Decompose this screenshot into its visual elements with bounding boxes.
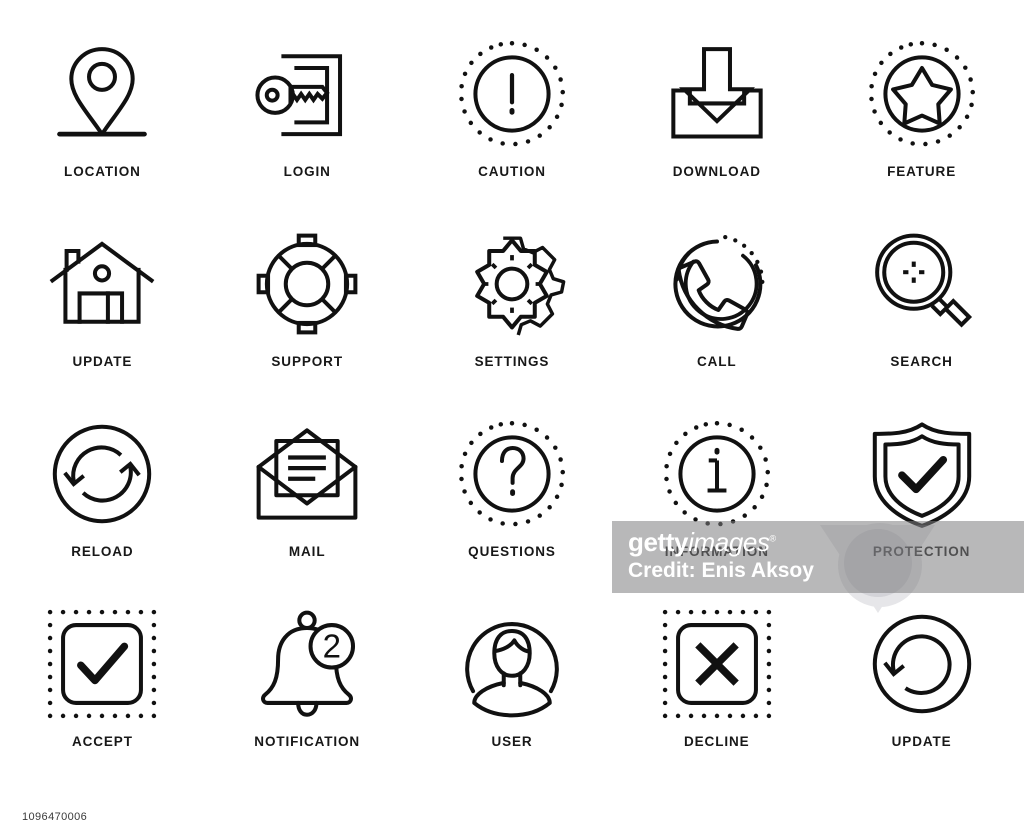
icon-cell-support[interactable]: SUPPORT (205, 220, 410, 410)
icon-cell-location[interactable]: LOCATION (0, 30, 205, 220)
icon-cell-decline[interactable]: DECLINE (614, 600, 819, 790)
icon-cell-protection[interactable]: PROTECTION (819, 410, 1024, 600)
icon-cell-download[interactable]: DOWNLOAD (614, 30, 819, 220)
icon-cell-settings[interactable]: SETTINGS (410, 220, 615, 410)
gear-icon (448, 220, 576, 348)
icon-cell-reload[interactable]: RELOAD (0, 410, 205, 600)
magnifier-icon (858, 220, 986, 348)
icon-label: SEARCH (890, 354, 953, 369)
icon-label: SUPPORT (271, 354, 343, 369)
icon-cell-feature[interactable]: FEATURE (819, 30, 1024, 220)
map-pin-icon (38, 30, 166, 158)
icon-cell-user[interactable]: USER (410, 600, 615, 790)
icon-label: UPDATE (72, 354, 133, 369)
icon-label: INFORMATION (664, 544, 769, 559)
icon-cell-accept[interactable]: ACCEPT (0, 600, 205, 790)
icon-grid: LOCATION LOGIN CAUTION DOWNLOAD FEATURE … (0, 0, 1024, 800)
icon-cell-notification[interactable]: 2 NOTIFICATION (205, 600, 410, 790)
icon-cell-update-rotate[interactable]: UPDATE (819, 600, 1024, 790)
icon-cell-mail[interactable]: MAIL (205, 410, 410, 600)
life-buoy-icon (243, 220, 371, 348)
icon-label: QUESTIONS (468, 544, 556, 559)
icon-cell-login[interactable]: LOGIN (205, 30, 410, 220)
icon-label: FEATURE (887, 164, 957, 179)
download-tray-icon (653, 30, 781, 158)
open-envelope-icon (243, 410, 371, 538)
refresh-circle-icon (38, 410, 166, 538)
icon-cell-information[interactable]: INFORMATION (614, 410, 819, 600)
icon-label: PROTECTION (872, 544, 971, 559)
shield-check-icon (858, 410, 986, 538)
rotate-circle-icon (858, 600, 986, 728)
question-circle-dotted-icon (448, 410, 576, 538)
checkmark-square-dotted-icon (38, 600, 166, 728)
icon-label: RELOAD (71, 544, 134, 559)
exclamation-circle-dotted-icon (448, 30, 576, 158)
icon-label: LOCATION (64, 164, 141, 179)
icon-label: USER (491, 734, 533, 749)
icon-cell-caution[interactable]: CAUTION (410, 30, 615, 220)
icon-label: SETTINGS (474, 354, 550, 369)
icon-label: ACCEPT (71, 734, 133, 749)
icon-label: DECLINE (684, 734, 750, 749)
house-icon (38, 220, 166, 348)
icon-label: MAIL (288, 544, 326, 559)
icon-label: LOGIN (283, 164, 331, 179)
icon-label: CAUTION (478, 164, 546, 179)
bell-badge-icon: 2 (243, 600, 371, 728)
icon-cell-search[interactable]: SEARCH (819, 220, 1024, 410)
icon-cell-update-house[interactable]: UPDATE (0, 220, 205, 410)
icon-label: UPDATE (891, 734, 952, 749)
phone-handset-circle-icon (653, 220, 781, 348)
star-circle-dotted-icon (858, 30, 986, 158)
icon-cell-questions[interactable]: QUESTIONS (410, 410, 615, 600)
cross-square-dotted-icon (653, 600, 781, 728)
icon-label: NOTIFICATION (254, 734, 361, 749)
key-door-icon (243, 30, 371, 158)
icon-label: CALL (696, 354, 737, 369)
info-circle-dotted-icon (653, 410, 781, 538)
notification-badge-count: 2 (323, 628, 341, 665)
icon-cell-call[interactable]: CALL (614, 220, 819, 410)
user-avatar-icon (448, 600, 576, 728)
image-id: 1096470006 (22, 811, 88, 823)
icon-label: DOWNLOAD (672, 164, 761, 179)
